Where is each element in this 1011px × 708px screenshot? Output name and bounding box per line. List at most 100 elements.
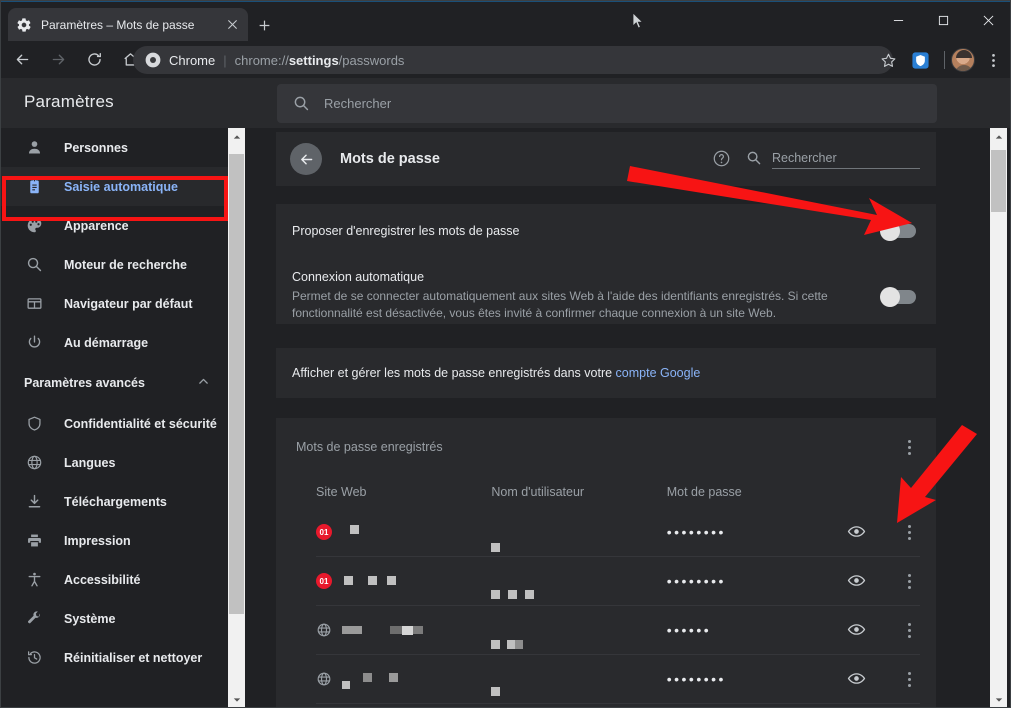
settings-brand-title: Paramètres — [24, 92, 114, 112]
site-favicon-globe-icon — [316, 671, 332, 687]
wrench-icon — [24, 609, 44, 629]
sidebar-item-langues[interactable]: Langues — [0, 443, 228, 482]
row-menu-button[interactable] — [881, 619, 920, 641]
auto-signin-description: Permet de se connecter automatiquement a… — [292, 288, 858, 322]
avatar[interactable] — [951, 48, 975, 72]
main-scrollbar[interactable] — [990, 128, 1007, 708]
address-bar[interactable]: Chrome | chrome://settings/passwords — [133, 46, 893, 74]
auto-signin-toggle[interactable] — [882, 290, 916, 304]
sidebar-scrollbar[interactable] — [228, 128, 245, 708]
main-scroll-thumb[interactable] — [991, 150, 1006, 212]
row-menu-button[interactable] — [881, 668, 920, 690]
sidebar-item-label: Moteur de recherche — [64, 258, 187, 272]
close-window-button[interactable] — [966, 0, 1011, 41]
row-menu-button[interactable] — [881, 521, 920, 543]
sidebar-item-reinitialiser-et-nettoyer[interactable]: Réinitialiser et nettoyer — [0, 638, 228, 677]
window-controls — [876, 0, 1011, 41]
sidebar-item-label: Accessibilité — [64, 573, 140, 587]
arrow-left-icon[interactable] — [290, 143, 322, 175]
google-account-link[interactable]: compte Google — [616, 366, 701, 380]
sidebar-item-impression[interactable]: Impression — [0, 521, 228, 560]
table-row[interactable]: 01 •••••••• — [316, 508, 920, 557]
search-icon — [24, 255, 44, 275]
settings-main-content: Mots de passe Rechercher Proposer d'enre… — [255, 128, 990, 708]
scroll-down-icon[interactable] — [228, 691, 245, 708]
help-circle-icon[interactable] — [712, 149, 732, 169]
search-icon — [746, 150, 762, 166]
row-menu-button[interactable] — [881, 570, 920, 592]
omnibox-separator: | — [223, 53, 226, 68]
column-header-username: Nom d'utilisateur — [491, 485, 666, 499]
settings-search-input[interactable]: Rechercher — [277, 84, 937, 123]
manage-passwords-row: Afficher et gérer les mots de passe enre… — [276, 348, 936, 398]
auto-signin-text: Connexion automatique Permet de se conne… — [292, 270, 882, 322]
sidebar-item-personnes[interactable]: Personnes — [0, 128, 228, 167]
toggle-knob — [880, 221, 900, 241]
url-suffix: /passwords — [339, 53, 405, 68]
row-password-cell: •••••• — [667, 622, 833, 638]
show-password-button[interactable] — [832, 620, 881, 640]
scroll-down-icon[interactable] — [990, 691, 1007, 708]
sidebar-item-label: Saisie automatique — [64, 180, 178, 194]
reload-icon[interactable] — [80, 46, 108, 74]
close-icon[interactable] — [224, 17, 240, 33]
accessibility-icon — [24, 570, 44, 590]
new-tab-button[interactable] — [252, 13, 276, 37]
sidebar-item-navigateur-par-defaut[interactable]: Navigateur par défaut — [0, 284, 228, 323]
arrow-right-icon[interactable] — [44, 46, 72, 74]
shield-extension-icon[interactable] — [906, 46, 934, 74]
offer-save-passwords-row: Proposer d'enregistrer les mots de passe — [276, 204, 936, 257]
row-site-cell — [316, 665, 491, 693]
offer-save-toggle[interactable] — [882, 224, 916, 238]
manage-passwords-text: Afficher et gérer les mots de passe enre… — [292, 366, 700, 380]
chrome-icon — [145, 52, 161, 68]
sidebar-item-label: Réinitialiser et nettoyer — [64, 651, 202, 665]
site-redacted-value — [342, 567, 491, 595]
sidebar-item-apparence[interactable]: Apparence — [0, 206, 228, 245]
window-accent-line — [0, 0, 1011, 2]
scroll-up-icon[interactable] — [228, 128, 245, 145]
sidebar-scroll-thumb[interactable] — [229, 154, 244, 614]
settings-sidebar: Personnes Saisie automatique Apparence M — [0, 128, 228, 708]
sidebar-item-telechargements[interactable]: Téléchargements — [0, 482, 228, 521]
table-row[interactable]: •••••••• — [316, 655, 920, 704]
table-header-row: Site Web Nom d'utilisateur Mot de passe — [316, 476, 920, 508]
arrow-left-icon[interactable] — [8, 46, 36, 74]
site-redacted-value — [342, 616, 491, 644]
show-password-button[interactable] — [832, 669, 881, 689]
row-site-cell: 01 — [316, 518, 491, 546]
star-icon[interactable] — [874, 46, 902, 74]
saved-passwords-header: Mots de passe enregistrés — [276, 418, 936, 476]
eye-icon — [847, 571, 867, 591]
sidebar-item-confidentialite-et-securite[interactable]: Confidentialité et sécurité — [0, 404, 228, 443]
show-password-button[interactable] — [832, 522, 881, 542]
download-icon — [24, 492, 44, 512]
show-password-button[interactable] — [832, 571, 881, 591]
scroll-up-icon[interactable] — [990, 128, 1007, 145]
site-favicon-01-icon: 01 — [316, 573, 332, 589]
row-password-cell: •••••••• — [667, 671, 833, 687]
manage-text-prefix: Afficher et gérer les mots de passe enre… — [292, 366, 616, 380]
minimize-button[interactable] — [876, 0, 921, 41]
three-dot-menu-icon[interactable] — [979, 46, 1007, 74]
history-restore-icon — [24, 648, 44, 668]
chevron-up-icon — [197, 375, 210, 391]
sidebar-item-systeme[interactable]: Système — [0, 599, 228, 638]
eye-icon — [847, 669, 867, 689]
column-header-password: Mot de passe — [667, 485, 833, 499]
sidebar-item-au-demarrage[interactable]: Au démarrage — [0, 323, 228, 362]
three-dot-menu-icon — [898, 570, 920, 592]
maximize-button[interactable] — [921, 0, 966, 41]
passwords-search[interactable]: Rechercher — [746, 150, 920, 169]
saved-passwords-menu-icon[interactable] — [898, 436, 920, 458]
table-row[interactable]: •••••• — [316, 606, 920, 655]
sidebar-section-advanced[interactable]: Paramètres avancés — [0, 362, 228, 404]
auto-signin-row: Connexion automatique Permet de se conne… — [276, 257, 936, 324]
sidebar-item-saisie-automatique[interactable]: Saisie automatique — [0, 167, 228, 206]
sidebar-item-accessibilite[interactable]: Accessibilité — [0, 560, 228, 599]
browser-tab[interactable]: Paramètres – Mots de passe — [8, 8, 248, 41]
toggle-knob — [880, 287, 900, 307]
table-row[interactable]: 01 •••••••• — [316, 557, 920, 606]
globe-icon — [24, 453, 44, 473]
sidebar-item-moteur-de-recherche[interactable]: Moteur de recherche — [0, 245, 228, 284]
